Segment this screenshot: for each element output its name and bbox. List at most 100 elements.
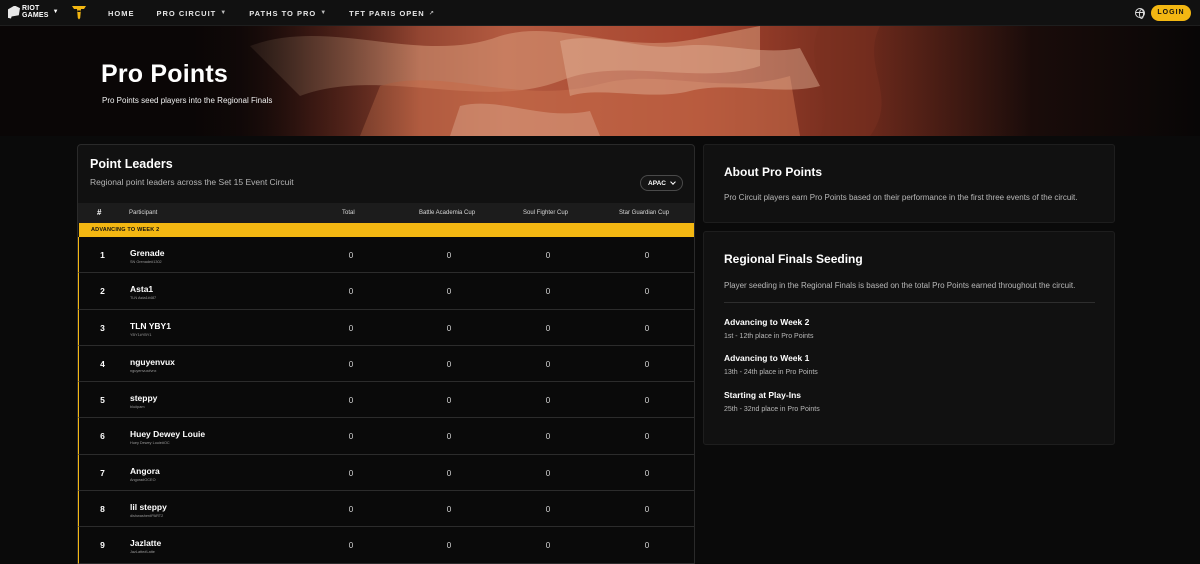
star-guardian-points: 0 (644, 432, 650, 442)
riot-games-logo[interactable]: RIOT GAMES ▼ (8, 5, 59, 19)
rank: 9 (100, 540, 105, 551)
battle-academia-points: 0 (446, 323, 452, 333)
table-row[interactable]: 5 steppy blu#pam 0 0 0 0 (78, 382, 694, 419)
total-points: 0 (348, 541, 354, 551)
seeding-tier: Advancing to Week 1 13th - 24th place in… (724, 353, 818, 376)
tier-title: Advancing to Week 2 (724, 317, 810, 327)
soul-fighter-points: 0 (545, 251, 551, 260)
page-subtitle: Pro Points seed players into the Regiona… (102, 96, 273, 105)
top-nav: RIOT GAMES ▼ HOME PRO CIRCUIT ▼ PATHS TO… (0, 0, 1200, 26)
total-points: 0 (348, 359, 354, 369)
soul-fighter-points: 0 (545, 396, 551, 406)
table-row[interactable]: 1 Grenade SN Grenade#1302 0 0 0 0 (78, 237, 694, 274)
table-header: # Participant Total Battle Academia Cup … (78, 203, 694, 223)
advancing-label: ADVANCING TO WEEK 2 (91, 227, 160, 233)
participant-tag: blu#pam (130, 405, 145, 410)
region-select[interactable]: APAC (640, 175, 683, 191)
col-participant: Participant (129, 210, 158, 216)
participant-tag: Angora#OCEO (130, 477, 156, 482)
soul-fighter-points: 0 (545, 323, 551, 333)
participant-tag: Huey Dewey Louie#OC (130, 441, 170, 446)
battle-academia-points: 0 (446, 251, 452, 260)
col-total: Total (342, 210, 355, 216)
col-rank: # (97, 208, 102, 217)
tier-desc: 1st - 12th place in Pro Points (724, 333, 814, 340)
soul-fighter-points: 0 (545, 359, 551, 369)
table-row[interactable]: 8 lil steppy dishwasher#PART2 0 0 0 0 (78, 491, 694, 528)
participant-name: Asta1 (130, 284, 154, 295)
table-row[interactable]: 6 Huey Dewey Louie Huey Dewey Louie#OC 0… (78, 418, 694, 455)
total-points: 0 (348, 251, 354, 260)
participant-tag: dishwasher#PART2 (130, 514, 164, 519)
star-guardian-points: 0 (644, 251, 650, 260)
nav-home[interactable]: HOME (108, 9, 135, 18)
star-guardian-points: 0 (644, 396, 650, 406)
caret-down-icon: ▼ (320, 10, 328, 16)
region-value: APAC (648, 179, 666, 187)
rank: 1 (100, 250, 105, 260)
star-guardian-points: 0 (644, 468, 650, 478)
tft-logo[interactable] (71, 4, 87, 20)
page-title: Pro Points (101, 60, 229, 88)
star-guardian-points: 0 (644, 359, 650, 369)
soul-fighter-points: 0 (545, 287, 551, 297)
battle-academia-points: 0 (446, 432, 452, 442)
col-star-guardian-cup: Star Guardian Cup (619, 210, 670, 216)
participant-name: Huey Dewey Louie (130, 429, 206, 440)
seeding-tier: Advancing to Week 2 1st - 12th place in … (724, 317, 814, 340)
rank: 3 (100, 322, 105, 333)
total-points: 0 (348, 396, 354, 406)
soul-fighter-points: 0 (545, 541, 551, 551)
tier-desc: 25th - 32nd place in Pro Points (724, 406, 820, 413)
rank: 6 (100, 431, 105, 442)
nav-paths-to-pro[interactable]: PATHS TO PRO ▼ (249, 9, 327, 18)
soul-fighter-points: 0 (545, 505, 551, 515)
tier-title: Advancing to Week 1 (724, 353, 810, 363)
caret-down-icon: ▼ (220, 10, 228, 16)
rank: 2 (100, 286, 105, 297)
participant-name: Angora (130, 465, 160, 476)
hero-banner: Pro Points Pro Points seed players into … (0, 26, 1200, 136)
participant-tag: nguyenvux#vnx (130, 368, 157, 373)
seeding-title: Regional Finals Seeding (724, 252, 863, 266)
riot-wordmark: RIOT GAMES (22, 5, 49, 19)
participant-tag: TLN Asta1#487 (130, 296, 157, 301)
point-leaders-subtitle: Regional point leaders across the Set 15… (90, 177, 294, 187)
star-guardian-points: 0 (644, 541, 650, 551)
regional-finals-seeding-panel: Regional Finals Seeding Player seeding i… (703, 231, 1115, 445)
point-leaders-title: Point Leaders (90, 157, 173, 171)
login-button[interactable]: LOGIN (1151, 5, 1191, 21)
star-guardian-points: 0 (644, 505, 650, 515)
participant-tag: JazLatte#Latte (130, 550, 155, 555)
rank: 5 (100, 395, 105, 406)
rank: 4 (100, 358, 105, 369)
about-pro-points-panel: About Pro Points Pro Circuit players ear… (703, 144, 1115, 223)
tier-desc: 13th - 24th place in Pro Points (724, 369, 818, 376)
table-row[interactable]: 3 TLN YBY1 YBY1#YBY1 0 0 0 0 (78, 309, 694, 346)
table-row[interactable]: 7 Angora Angora#OCEO 0 0 0 0 (78, 454, 694, 492)
participant-name: Jazlatte (130, 538, 162, 549)
chevron-down-icon: ▼ (52, 9, 59, 15)
total-points: 0 (348, 432, 354, 442)
star-guardian-points: 0 (644, 323, 650, 333)
advancing-band: ADVANCING TO WEEK 2 (79, 223, 694, 237)
nav-tft-paris-open[interactable]: TFT PARIS OPEN ↗ (349, 9, 435, 18)
seeding-text: Player seeding in the Regional Finals is… (724, 281, 1076, 290)
globe-icon[interactable] (1135, 8, 1145, 19)
tier-title: Starting at Play-Ins (724, 390, 801, 400)
table-row[interactable]: 2 Asta1 TLN Asta1#487 0 0 0 0 (78, 273, 694, 310)
participant-name: Grenade (130, 248, 165, 258)
about-text: Pro Circuit players earn Pro Points base… (724, 193, 1078, 202)
total-points: 0 (348, 323, 354, 333)
participant-tag: YBY1#YBY1 (130, 332, 152, 337)
battle-academia-points: 0 (446, 396, 452, 406)
table-row[interactable]: 9 Jazlatte JazLatte#Latte 0 0 0 0 (78, 527, 694, 564)
riot-fist-icon (8, 5, 20, 19)
rank: 8 (100, 504, 105, 515)
chevron-down-icon (670, 179, 676, 185)
nav-pro-circuit[interactable]: PRO CIRCUIT ▼ (157, 9, 228, 18)
participant-name: steppy (130, 393, 158, 404)
battle-academia-points: 0 (446, 505, 452, 515)
table-row[interactable]: 4 nguyenvux nguyenvux#vnx 0 0 0 0 (78, 345, 694, 383)
seeding-tier: Starting at Play-Ins 25th - 32nd place i… (724, 390, 820, 413)
